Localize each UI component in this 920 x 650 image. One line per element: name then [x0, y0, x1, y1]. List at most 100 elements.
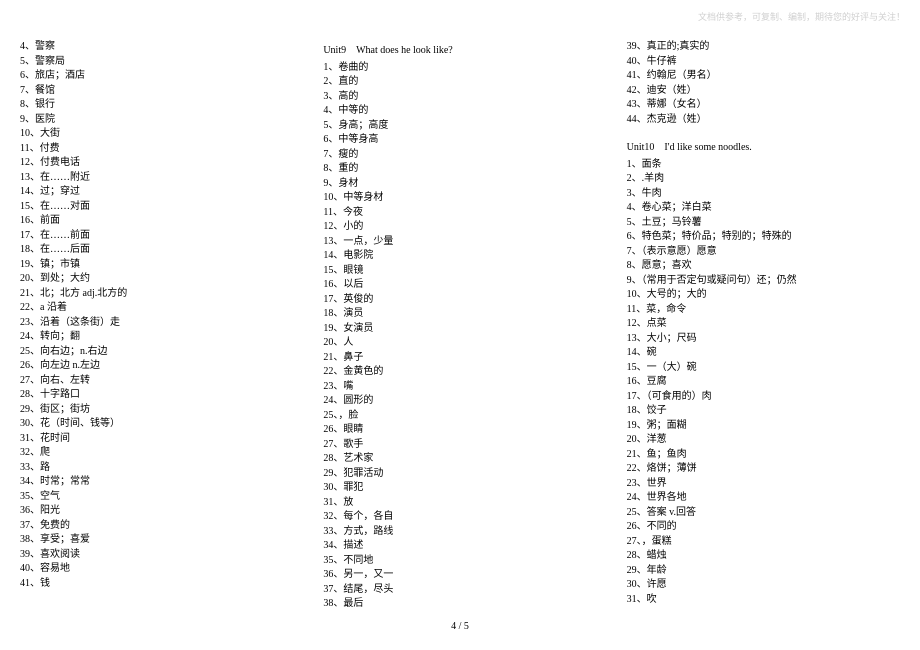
- list-item: 13、在……附近: [20, 171, 293, 186]
- watermark-text: 文档供参考，可复制、编制，期待您的好评与关注！: [698, 10, 905, 23]
- list-item: 12、点菜: [627, 317, 900, 332]
- list-item: 30、许愿: [627, 578, 900, 593]
- list-item: 27、歌手: [323, 438, 596, 453]
- list-item: 30、罪犯: [323, 481, 596, 496]
- list-item: 28、十字路口: [20, 388, 293, 403]
- list-item: 36、另一，又一: [323, 568, 596, 583]
- list-item: 17、（可食用的）肉: [627, 390, 900, 405]
- list-item: 26、不同的: [627, 520, 900, 535]
- list-item: 25、答案 v.回答: [627, 506, 900, 521]
- list-item: 43、蒂娜（女名）: [627, 98, 900, 113]
- list-item: 25、，脸: [323, 409, 596, 424]
- list-item: 9、身材: [323, 177, 596, 192]
- list-item: 36、阳光: [20, 504, 293, 519]
- list-item: 17、英俊的: [323, 293, 596, 308]
- list-item: 21、北；北方 adj.北方的: [20, 287, 293, 302]
- list-item: 16、以后: [323, 278, 596, 293]
- list-item: 8、愿意；喜欢: [627, 259, 900, 274]
- list-item: 4、警察: [20, 40, 293, 55]
- list-item: 20、人: [323, 336, 596, 351]
- list-item: 17、在……前面: [20, 229, 293, 244]
- list-item: 33、路: [20, 461, 293, 476]
- list-item: 19、女演员: [323, 322, 596, 337]
- list-item: 1、面条: [627, 158, 900, 173]
- list-item: 3、高的: [323, 90, 596, 105]
- unit-title: Unit9 What does he look like?: [323, 44, 596, 59]
- list-item: 35、空气: [20, 490, 293, 505]
- page-number: 4 / 5: [0, 621, 920, 632]
- list-item: 39、喜欢阅读: [20, 548, 293, 563]
- list-item: 42、迪安（姓）: [627, 84, 900, 99]
- column-2: Unit9 What does he look like?1、卷曲的2、直的3、…: [323, 40, 596, 620]
- list-item: 18、饺子: [627, 404, 900, 419]
- column-1: 4、警察5、警察局6、旅店；酒店7、餐馆8、银行9、医院10、大街11、付费12…: [20, 40, 293, 620]
- list-item: 24、世界各地: [627, 491, 900, 506]
- list-item: 11、付费: [20, 142, 293, 157]
- list-item: 25、向右边；n.右边: [20, 345, 293, 360]
- list-item: 14、碗: [627, 346, 900, 361]
- list-item: 30、花（时间、钱等）: [20, 417, 293, 432]
- list-item: 41、钱: [20, 577, 293, 592]
- list-item: 19、粥；面糊: [627, 419, 900, 434]
- list-item: 14、电影院: [323, 249, 596, 264]
- list-item: 13、大小；尺码: [627, 332, 900, 347]
- list-item: 23、沿着（这条街）走: [20, 316, 293, 331]
- list-item: 10、大号的；大的: [627, 288, 900, 303]
- list-item: 27、向右、左转: [20, 374, 293, 389]
- list-item: 24、圆形的: [323, 394, 596, 409]
- list-item: 37、结尾，尽头: [323, 583, 596, 598]
- list-item: 38、享受；喜爱: [20, 533, 293, 548]
- list-item: 37、免费的: [20, 519, 293, 534]
- list-item: 16、前面: [20, 214, 293, 229]
- list-item: 9、医院: [20, 113, 293, 128]
- list-item: 22、a 沿着: [20, 301, 293, 316]
- list-item: 8、银行: [20, 98, 293, 113]
- list-item: 28、蜡烛: [627, 549, 900, 564]
- list-item: 8、重的: [323, 162, 596, 177]
- list-item: 32、爬: [20, 446, 293, 461]
- column-3: 39、真正的;真实的40、牛仔裤41、约翰尼（男名）42、迪安（姓）43、蒂娜（…: [627, 40, 900, 620]
- list-item: 10、中等身材: [323, 191, 596, 206]
- list-item: 40、容易地: [20, 562, 293, 577]
- list-item: 18、演员: [323, 307, 596, 322]
- list-item: 6、旅店；酒店: [20, 69, 293, 84]
- list-item: 1、卷曲的: [323, 61, 596, 76]
- list-item: 29、年龄: [627, 564, 900, 579]
- list-item: 9、（常用于否定句或疑问句）还；仍然: [627, 274, 900, 289]
- list-item: 26、眼睛: [323, 423, 596, 438]
- list-item: 5、身高；高度: [323, 119, 596, 134]
- list-item: 26、向左边 n.左边: [20, 359, 293, 374]
- list-item: 3、牛肉: [627, 187, 900, 202]
- list-item: 21、鼻子: [323, 351, 596, 366]
- list-item: 14、过；穿过: [20, 185, 293, 200]
- list-item: 5、警察局: [20, 55, 293, 70]
- list-item: 4、卷心菜；洋白菜: [627, 201, 900, 216]
- list-item: 34、时常；常常: [20, 475, 293, 490]
- list-item: 32、每个，各自: [323, 510, 596, 525]
- list-item: 28、艺术家: [323, 452, 596, 467]
- list-item: 15、在……对面: [20, 200, 293, 215]
- list-item: 39、真正的;真实的: [627, 40, 900, 55]
- list-item: 10、大街: [20, 127, 293, 142]
- list-item: 31、花时间: [20, 432, 293, 447]
- list-item: 40、牛仔裤: [627, 55, 900, 70]
- list-item: 41、约翰尼（男名）: [627, 69, 900, 84]
- list-item: 33、方式，路线: [323, 525, 596, 540]
- list-item: 13、一点，少量: [323, 235, 596, 250]
- list-item: 38、最后: [323, 597, 596, 612]
- list-item: 31、放: [323, 496, 596, 511]
- list-item: 22、金黄色的: [323, 365, 596, 380]
- list-item: 34、描述: [323, 539, 596, 554]
- list-item: 7、（表示意愿）愿意: [627, 245, 900, 260]
- list-item: 15、眼镜: [323, 264, 596, 279]
- list-item: 23、嘴: [323, 380, 596, 395]
- list-item: 15、一（大）碗: [627, 361, 900, 376]
- list-item: 12、付费电话: [20, 156, 293, 171]
- list-item: 19、镇；市镇: [20, 258, 293, 273]
- list-item: 11、菜，命令: [627, 303, 900, 318]
- list-item: 44、杰克逊（姓）: [627, 113, 900, 128]
- list-item: 27、，蛋糕: [627, 535, 900, 550]
- content-columns: 4、警察5、警察局6、旅店；酒店7、餐馆8、银行9、医院10、大街11、付费12…: [20, 40, 900, 620]
- list-item: 29、犯罪活动: [323, 467, 596, 482]
- list-item: 4、中等的: [323, 104, 596, 119]
